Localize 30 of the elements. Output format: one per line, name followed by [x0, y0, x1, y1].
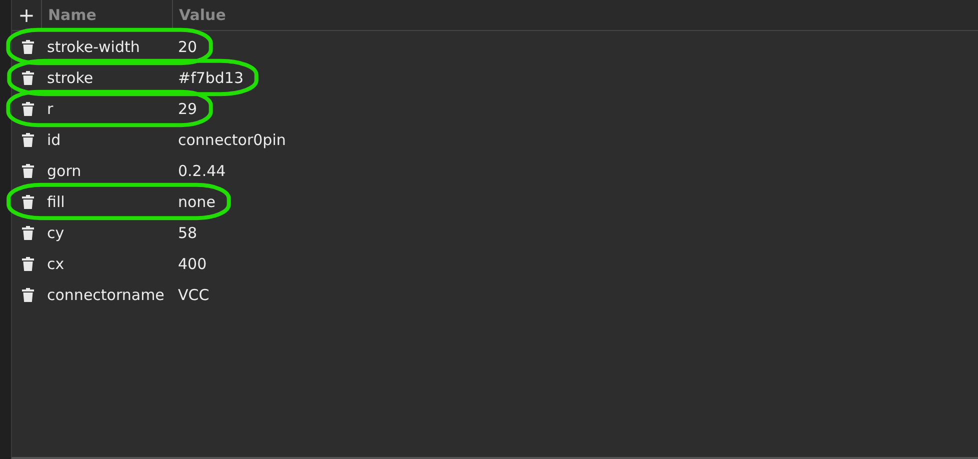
trash-icon[interactable] — [22, 256, 34, 270]
trash-icon[interactable] — [22, 164, 34, 178]
trash-icon[interactable] — [22, 70, 34, 84]
attribute-name: stroke — [47, 68, 94, 86]
attribute-value: VCC — [178, 286, 210, 304]
trash-icon[interactable] — [22, 102, 34, 116]
trash-icon[interactable] — [22, 40, 34, 54]
attribute-name: cx — [47, 254, 66, 272]
trash-icon[interactable] — [22, 288, 34, 302]
attribute-name: connectorname — [47, 286, 166, 304]
column-header[interactable]: Name — [41, 0, 172, 30]
attribute-name: stroke-width — [47, 38, 141, 56]
attribute-value: 58 — [178, 224, 198, 242]
attribute-value: 20 — [178, 38, 198, 56]
attribute-value: none — [178, 192, 216, 210]
attribute-name: cy — [47, 224, 66, 242]
attribute-name: gorn — [47, 162, 82, 180]
trash-icon[interactable] — [22, 226, 34, 240]
add-button[interactable]: + — [12, 0, 41, 30]
attribute-name: id — [47, 130, 62, 148]
attribute-value: #f7bd13 — [178, 68, 244, 86]
attribute-name: fill — [47, 192, 66, 210]
attribute-value: 29 — [178, 100, 198, 118]
attribute-name: r — [47, 100, 54, 118]
attribute-value: 400 — [178, 254, 207, 272]
trash-icon[interactable] — [22, 194, 34, 208]
attribute-value: connector0pin — [178, 130, 286, 148]
trash-icon[interactable] — [22, 132, 34, 146]
attribute-value: 0.2.44 — [178, 162, 226, 180]
column-header[interactable]: Value — [172, 0, 572, 30]
